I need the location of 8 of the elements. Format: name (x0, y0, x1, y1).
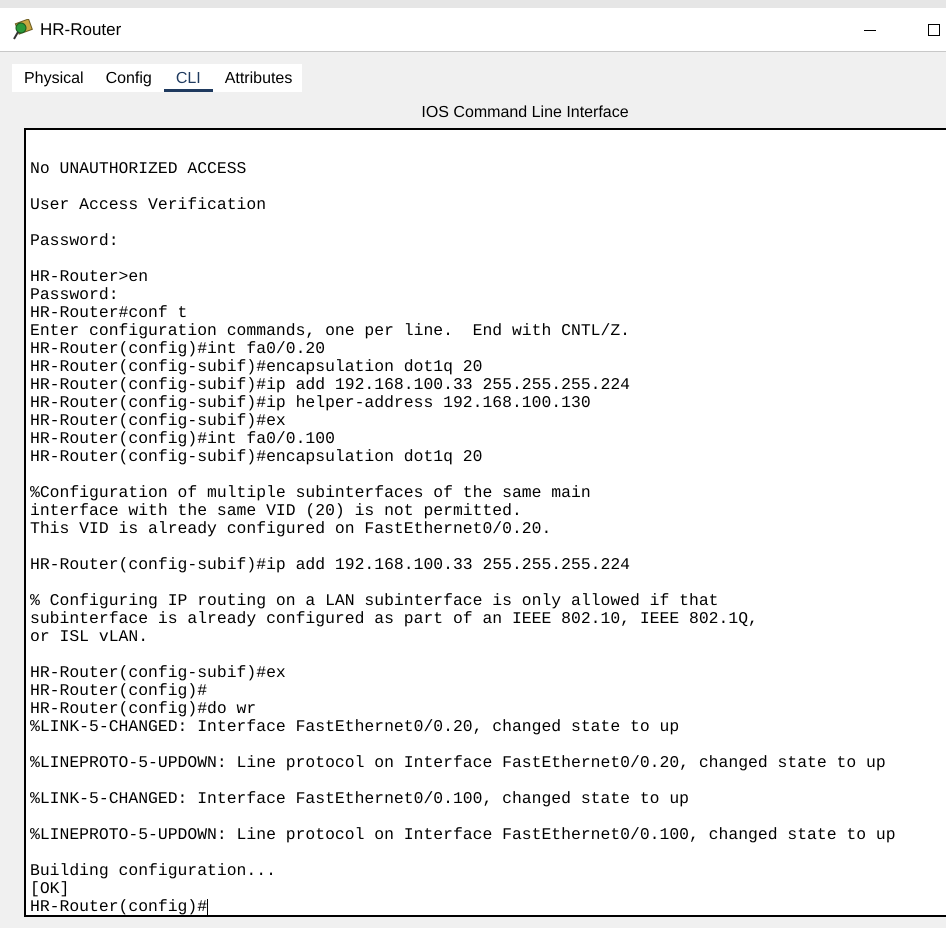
terminal-output: No UNAUTHORIZED ACCESS User Access Verification Password: HR-Router>en Password: HR-Router#conf t Enter configuration commands, one per line. End with CNTL/Z. HR-Router(config)#int fa0/0.20 HR-Router(config-subif)#encapsulation dot1q 20 HR-Router(config-subif)#ip add 192.168.100.33 255.255.255.224 HR-Router(config-subif)#ip helper-address 192.168.100.130 HR-Router(config-subif)#ex HR-Router(config)#int fa0/0.100 HR-Router(config-subif)#encapsulation dot1q 20 %Configuration of multiple subinterfaces of the same main interface with the same VID (20) is not permitted. This VID is already configured on FastEthernet0/0.20. HR-Router(config-subif)#ip add 192.168.100.33 255.255.255.224 % Configuring IP routing on a LAN subinterface is only allowed if that subinterface is already configured as part of an IEEE 802.10, IEEE 802.1Q, or ISL vLAN. HR-Router(config-subif)#ex HR-Router(config)# HR-Router(config)#do wr %LINK-5-CHANGED: Interface FastEthernet0/0.20, changed state to up %LINEPROTO-5-UPDOWN: Line protocol on Interface FastEthernet0/0.20, changed state to up %LINK-5-CHANGED: Interface FastEthernet0/0.100, changed state to up %LINEPROTO-5-UPDOWN: Line protocol on Interface FastEthernet0/0.100, changed state to up Building configuration... [OK] HR-Router(config)# (30, 159, 896, 916)
tab[interactable]: Attributes (214, 64, 302, 92)
tab[interactable]: CLI (164, 64, 213, 92)
router-magnifier-icon (12, 18, 34, 40)
tab[interactable]: Physical (14, 64, 94, 92)
panel-title: IOS Command Line Interface (421, 103, 629, 123)
tab[interactable]: Config (96, 64, 162, 92)
window-title: HR-Router (40, 18, 122, 41)
